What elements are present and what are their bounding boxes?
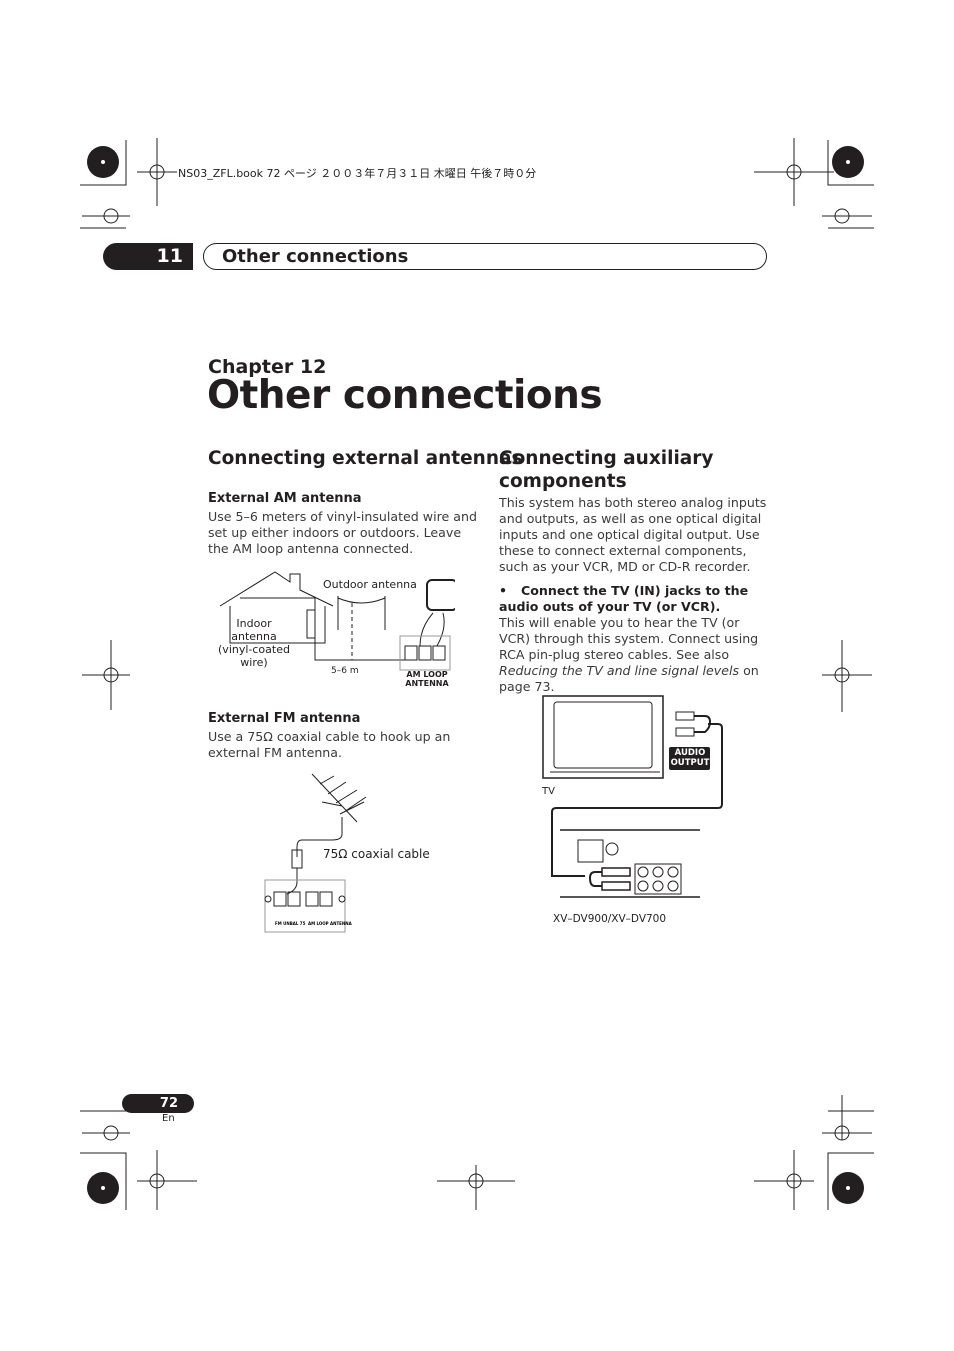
bullet-item: • Connect the TV (IN) jacks to the audio… xyxy=(499,583,767,615)
am-antenna-heading: External AM antenna xyxy=(208,491,362,506)
registration-marks xyxy=(80,138,874,1210)
body-text: This will enable you to hear the TV (or … xyxy=(499,615,759,662)
auxiliary-intro: This system has both stereo analog input… xyxy=(499,495,767,574)
model-label: XV–DV900/XV–DV700 xyxy=(553,913,667,925)
am-terminal-label: AM LOOP ANTENNA xyxy=(405,670,449,688)
outdoor-antenna-label: Outdoor antenna xyxy=(323,578,417,591)
fm-antenna-heading: External FM antenna xyxy=(208,711,361,726)
section-heading-auxiliary: Connecting auxiliary components xyxy=(499,448,714,492)
print-header: NS03_ZFL.book 72 ページ ２００３年７月３１日 木曜日 午後７時… xyxy=(178,167,537,180)
cross-reference[interactable]: Reducing the TV and line signal levels xyxy=(499,663,739,678)
section-heading-antennas: Connecting external antennas xyxy=(208,448,523,469)
chapter-tab-title: Other connections xyxy=(203,243,767,270)
bullet-text: Connect the TV (IN) jacks to the audio o… xyxy=(499,583,749,614)
language-label: En xyxy=(162,1113,175,1124)
tv-connection-diagram xyxy=(542,695,723,898)
fm-antenna-body: Use a 75Ω coaxial cable to hook up an ex… xyxy=(208,729,451,760)
chapter-tab-number: 11 xyxy=(103,243,193,270)
fm-am-terminal-label: AM LOOP ANTENNA xyxy=(308,921,353,926)
coaxial-cable-label: 75Ω coaxial cable xyxy=(323,847,430,861)
am-antenna-body: Use 5–6 meters of vinyl-insulated wire a… xyxy=(208,509,477,556)
wire-length-label: 5–6 m xyxy=(331,666,359,676)
indoor-antenna-label: Indoor antenna (vinyl-coated wire) xyxy=(218,617,290,669)
bullet-marker: • xyxy=(499,583,508,598)
page-title: Other connections xyxy=(207,373,603,418)
page-number: 72 xyxy=(122,1094,194,1113)
audio-output-label: AUDIO OUTPUT xyxy=(670,748,710,768)
tv-label: TV xyxy=(542,786,555,797)
auxiliary-body: This will enable you to hear the TV (or … xyxy=(499,615,769,695)
fm-terminal-label: FM UNBAL 75 xyxy=(275,921,306,926)
